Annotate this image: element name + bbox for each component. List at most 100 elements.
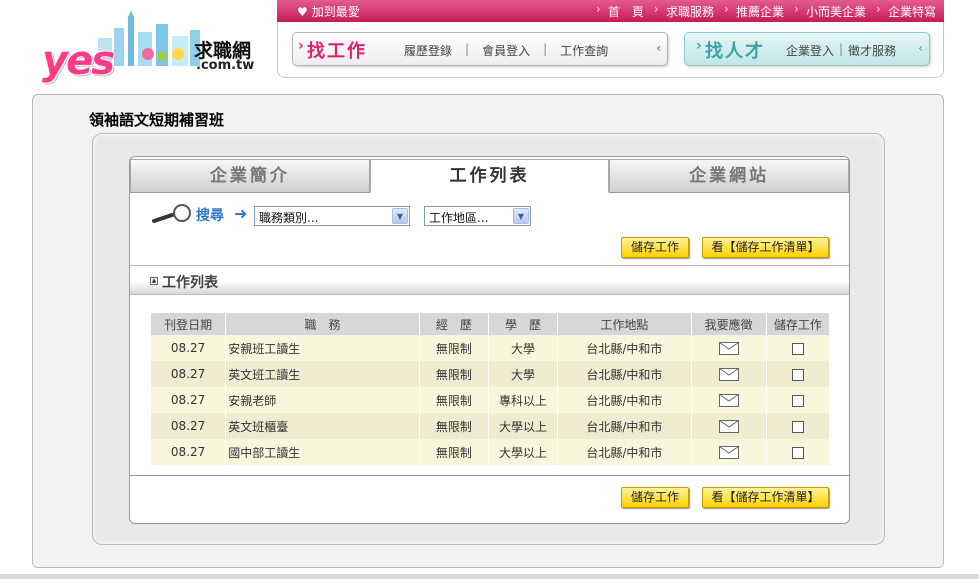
save-job-button[interactable]: 儲存工作	[621, 487, 689, 508]
table-row: 08.27 英文班工讀生 無限制 大學 台北縣/中和市	[151, 361, 829, 387]
tab-company-intro[interactable]: 企業簡介	[130, 159, 370, 193]
col-title: 職 務	[226, 313, 419, 335]
sub-nav-bar: 找工作 履歷登錄 | 會員登入 | 工作查詢 ‹ 找人才 企業登入 | 徵才服務…	[277, 22, 944, 78]
save-job-checkbox[interactable]	[791, 368, 804, 381]
chevron-down-icon: ▼	[513, 208, 529, 224]
job-date: 08.27	[151, 361, 226, 387]
col-date: 刊登日期	[151, 313, 226, 335]
envelope-icon[interactable]	[718, 342, 739, 355]
main-content-frame: 領袖語文短期補習班 企業簡介 工作列表 企業網站 搜尋 ➜ 職務類別... ▼	[32, 94, 944, 568]
view-saved-jobs-button[interactable]: 看【儲存工作清單】	[702, 237, 829, 258]
job-title-link[interactable]: 英文班工讀生	[226, 361, 419, 387]
job-experience: 無限制	[419, 335, 488, 361]
nav-small-companies[interactable]: 小而美企業	[792, 2, 874, 20]
job-date: 08.27	[151, 413, 226, 439]
job-search-bar: 搜尋 ➜ 職務類別... ▼ 工作地區... ▼	[152, 203, 842, 229]
find-talent-links: 企業登入 | 徵才服務	[781, 42, 901, 59]
save-cell	[766, 387, 829, 413]
nav-recommended-companies[interactable]: 推薦企業	[722, 2, 792, 20]
arrow-right-icon: ➜	[234, 204, 248, 223]
save-cell	[766, 335, 829, 361]
nav-job-services[interactable]: 求職服務	[652, 2, 722, 20]
apply-cell	[691, 413, 766, 439]
job-title-link[interactable]: 安親老師	[226, 387, 419, 413]
job-title-link[interactable]: 國中部工讀生	[226, 439, 419, 465]
job-table: 刊登日期 職 務 經 歷 學 歷 工作地點 我要應徵 儲存工作 08.27 安親…	[150, 313, 830, 465]
nav-home[interactable]: 首 頁	[594, 2, 652, 20]
job-education: 大學以上	[488, 413, 558, 439]
tab-job-list[interactable]: 工作列表	[369, 159, 610, 193]
apply-cell	[691, 335, 766, 361]
job-experience: 無限制	[419, 413, 488, 439]
table-row: 08.27 安親老師 無限制 專科以上 台北縣/中和市	[151, 387, 829, 413]
category-select[interactable]: 職務類別... ▼	[254, 206, 410, 226]
job-search-link[interactable]: 工作查詢	[547, 42, 621, 59]
apply-cell	[691, 361, 766, 387]
col-education: 學 歷	[488, 313, 558, 335]
job-location: 台北縣/中和市	[558, 387, 691, 413]
table-header-row: 刊登日期 職 務 經 歷 學 歷 工作地點 我要應徵 儲存工作	[151, 313, 829, 335]
save-job-checkbox[interactable]	[791, 342, 804, 355]
tab-company-website[interactable]: 企業網站	[609, 159, 849, 193]
search-label: 搜尋	[196, 208, 224, 224]
job-date: 08.27	[151, 335, 226, 361]
save-cell	[766, 439, 829, 465]
company-name: 領袖語文短期補習班	[89, 111, 225, 129]
section-header: ▲ 工作列表	[130, 265, 849, 295]
job-experience: 無限制	[419, 387, 488, 413]
view-saved-jobs-button[interactable]: 看【儲存工作清單】	[702, 487, 829, 508]
resume-register-link[interactable]: 履歷登錄	[391, 42, 465, 59]
company-tabs: 企業簡介 工作列表 企業網站	[130, 157, 849, 193]
company-panel: 企業簡介 工作列表 企業網站 搜尋 ➜ 職務類別... ▼ 工作地區... ▼ …	[92, 133, 885, 545]
envelope-icon[interactable]	[718, 420, 739, 433]
col-save: 儲存工作	[766, 313, 829, 335]
table-row: 08.27 英文班櫃臺 無限制 大學以上 台北縣/中和市	[151, 413, 829, 439]
area-select-value: 工作地區...	[429, 211, 489, 225]
apply-cell	[691, 387, 766, 413]
job-date: 08.27	[151, 439, 226, 465]
table-row: 08.27 國中部工讀生 無限制 大學以上 台北縣/中和市	[151, 439, 829, 465]
heart-icon: ♥	[297, 5, 308, 19]
save-job-button[interactable]: 儲存工作	[621, 237, 689, 258]
member-login-link[interactable]: 會員登入	[469, 42, 543, 59]
area-select[interactable]: 工作地區... ▼	[424, 206, 531, 226]
save-job-checkbox[interactable]	[791, 446, 804, 459]
job-date: 08.27	[151, 387, 226, 413]
job-location: 台北縣/中和市	[558, 439, 691, 465]
envelope-icon[interactable]	[718, 394, 739, 407]
col-location: 工作地點	[558, 313, 691, 335]
job-location: 台北縣/中和市	[558, 413, 691, 439]
logo-wordmark: yes	[42, 38, 115, 84]
company-login-link[interactable]: 企業登入	[781, 42, 839, 59]
add-favorite-link[interactable]: ♥ 加到最愛	[297, 3, 360, 20]
recruit-service-link[interactable]: 徵才服務	[843, 42, 901, 59]
find-job-title[interactable]: 找工作	[298, 37, 367, 63]
skyline-graphic	[98, 10, 200, 66]
collapse-icon[interactable]: ▲	[150, 277, 158, 285]
find-job-panel: 找工作 履歷登錄 | 會員登入 | 工作查詢 ‹	[292, 32, 668, 66]
page-bottom-bar	[0, 574, 979, 579]
envelope-icon[interactable]	[718, 368, 739, 381]
site-logo[interactable]: yes 求職網 .com.tw	[34, 6, 264, 84]
nav-company-features[interactable]: 企業特寫	[874, 2, 944, 20]
chevron-right-icon: ‹	[656, 41, 661, 55]
save-cell	[766, 413, 829, 439]
job-education: 專科以上	[488, 387, 558, 413]
apply-cell	[691, 439, 766, 465]
save-job-checkbox[interactable]	[791, 420, 804, 433]
col-apply: 我要應徵	[691, 313, 766, 335]
job-title-link[interactable]: 英文班櫃臺	[226, 413, 419, 439]
category-select-value: 職務類別...	[259, 211, 319, 225]
save-job-checkbox[interactable]	[791, 394, 804, 407]
brand-domain: .com.tw	[196, 58, 255, 73]
job-experience: 無限制	[419, 361, 488, 387]
chevron-down-icon: ▼	[392, 208, 408, 224]
magnifier-icon	[152, 204, 191, 223]
find-talent-title[interactable]: 找人才	[696, 37, 765, 63]
job-education: 大學	[488, 361, 558, 387]
table-row: 08.27 安親班工讀生 無限制 大學 台北縣/中和市	[151, 335, 829, 361]
job-title-link[interactable]: 安親班工讀生	[226, 335, 419, 361]
envelope-icon[interactable]	[718, 446, 739, 459]
chevron-right-icon: ‹	[918, 41, 923, 55]
job-list-panel: 企業簡介 工作列表 企業網站 搜尋 ➜ 職務類別... ▼ 工作地區... ▼ …	[129, 156, 850, 524]
